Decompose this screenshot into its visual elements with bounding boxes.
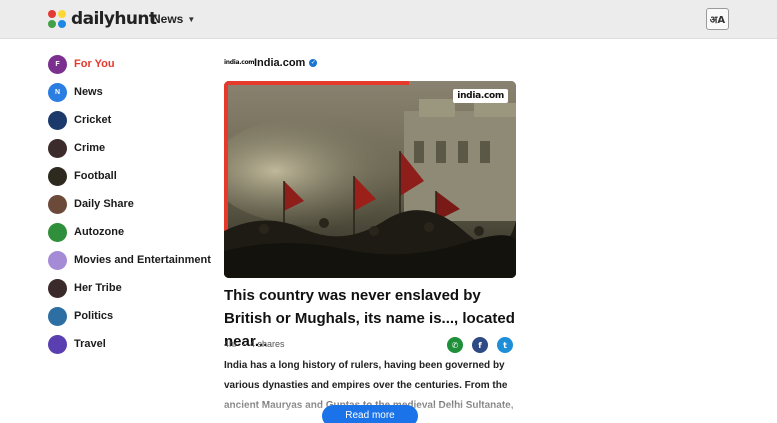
verified-check-icon: ✓ [309, 59, 318, 67]
her-tribe-icon [48, 278, 67, 298]
sidebar-item-cricket[interactable]: Cricket [48, 106, 218, 134]
sidebar-item-autozone[interactable]: Autozone [48, 218, 218, 246]
language-translate-icon: अA [709, 15, 726, 26]
dailyhunt-logo[interactable]: dailyhunt [48, 8, 157, 30]
sidebar-item-label: Movies and Entertainment [74, 254, 211, 266]
news-dropdown-label: News [152, 12, 184, 26]
article-hero-image[interactable]: india.com [224, 81, 516, 278]
article-age: 4hr [224, 339, 238, 349]
source-logo: india.com [224, 59, 255, 66]
sidebar-item-label: Football [74, 170, 117, 182]
for-you-icon: F [48, 54, 67, 74]
politics-icon [48, 306, 67, 326]
image-source-badge: india.com [453, 89, 508, 103]
sidebar-item-label: Daily Share [74, 198, 134, 210]
crime-icon [48, 138, 67, 158]
sidebar-item-label: News [74, 86, 103, 98]
daily-share-icon [48, 194, 67, 214]
sidebar-item-label: Autozone [74, 226, 125, 238]
whatsapp-share-icon[interactable]: ✆ [447, 337, 463, 353]
read-more-button[interactable]: Read more [322, 405, 418, 423]
sidebar-item-her-tribe[interactable]: Her Tribe [48, 274, 218, 302]
sidebar-item-daily-share[interactable]: Daily Share [48, 190, 218, 218]
sidebar-item-crime[interactable]: Crime [48, 134, 218, 162]
sidebar-item-football[interactable]: Football [48, 162, 218, 190]
news-icon: N [48, 82, 67, 102]
sidebar-item-label: Crime [74, 142, 106, 154]
sidebar-item-for-you[interactable]: F For You [48, 50, 218, 78]
category-sidebar: F For You N News Cricket Crime Football Daily S… [48, 50, 218, 358]
travel-icon [48, 334, 67, 354]
football-icon [48, 166, 67, 186]
caret-down-icon: ▼ [187, 14, 196, 24]
sidebar-item-politics[interactable]: Politics [48, 302, 218, 330]
sidebar-item-travel[interactable]: Travel [48, 330, 218, 358]
news-dropdown[interactable]: News ▼ [152, 12, 195, 26]
movies-icon [48, 250, 67, 270]
source-name: India.com [254, 57, 306, 69]
twitter-share-icon[interactable]: t [497, 337, 513, 353]
logo-text: dailyhunt [71, 9, 157, 29]
logo-mark-icon [48, 9, 67, 29]
sidebar-item-label: Travel [74, 338, 106, 350]
cricket-icon [48, 110, 67, 130]
article-source[interactable]: india.com India.com ✓ [224, 55, 318, 71]
article-meta: 4hr · 4 shares [224, 339, 285, 349]
sidebar-item-label: Her Tribe [74, 282, 122, 294]
meta-separator: · [242, 339, 246, 349]
sidebar-item-label: Cricket [74, 114, 112, 126]
article-shares: 4 shares [250, 339, 285, 349]
sidebar-item-label: Politics [74, 310, 114, 322]
sidebar-item-movies-and-entertainment[interactable]: Movies and Entertainment [48, 246, 218, 274]
top-bar: dailyhunt News ▼ अA [0, 0, 777, 39]
autozone-icon [48, 222, 67, 242]
facebook-share-icon[interactable]: f [472, 337, 488, 353]
battle-scene-illustration [224, 81, 516, 278]
language-button[interactable]: अA [706, 8, 729, 30]
sidebar-item-label: For You [74, 58, 115, 70]
sidebar-item-news[interactable]: N News [48, 78, 218, 106]
